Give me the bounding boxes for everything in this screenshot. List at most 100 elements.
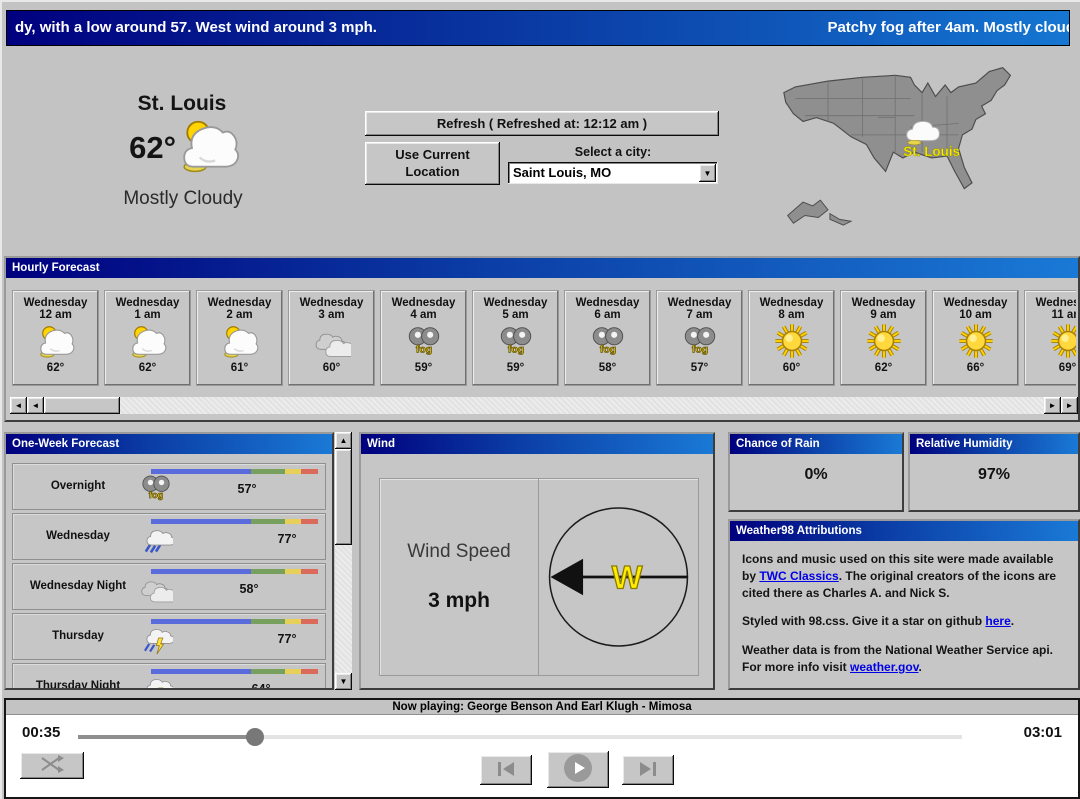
select-city-label: Select a city: xyxy=(508,142,718,162)
previous-track-button[interactable] xyxy=(480,755,532,785)
week-row: Wednesday Night 58° xyxy=(12,563,326,610)
scroll-left-icon[interactable]: ◄ xyxy=(27,397,44,414)
current-city: St. Louis xyxy=(102,92,262,116)
scroll-left-icon[interactable]: ◄ xyxy=(10,397,27,414)
hourly-temp: 60° xyxy=(749,362,834,374)
scroll-down-icon[interactable]: ▼ xyxy=(335,673,352,690)
hourly-temp: 60° xyxy=(289,362,374,374)
wind-speed-value: 3 mph xyxy=(428,589,490,613)
hourly-day: Wednesday xyxy=(933,297,1018,309)
alaska-outline xyxy=(788,200,851,225)
hourly-time: 1 am xyxy=(105,309,190,321)
next-track-button[interactable] xyxy=(622,755,674,785)
hourly-temp: 69° xyxy=(1025,362,1076,374)
week-temp: 58° xyxy=(232,582,266,596)
hourly-card: Wednesday8 am60° xyxy=(748,290,835,386)
one-week-forecast-title: One-Week Forecast xyxy=(6,434,332,454)
week-temp: 64° xyxy=(244,682,278,690)
week-day-label: Wednesday xyxy=(19,514,137,559)
svg-text:fog: fog xyxy=(507,344,523,355)
shuffle-button[interactable] xyxy=(20,752,84,779)
scrollbar-track[interactable] xyxy=(120,397,1044,414)
scrollbar-thumb[interactable] xyxy=(44,397,120,414)
scrollbar-thumb[interactable] xyxy=(335,449,352,545)
seek-thumb[interactable] xyxy=(246,728,264,746)
svg-text:fog: fog xyxy=(599,344,615,355)
attribution-link[interactable]: here xyxy=(985,614,1010,628)
next-track-icon xyxy=(636,759,660,782)
current-temp: 62° xyxy=(104,130,176,166)
hourly-scrollbar[interactable]: ◄ ◄ ► ► xyxy=(10,397,1078,414)
scroll-right-icon[interactable]: ► xyxy=(1061,397,1078,414)
hourly-time: 7 am xyxy=(657,309,742,321)
wind-speed-label: Wind Speed xyxy=(407,541,511,563)
hourly-card: Wednesday9 am62° xyxy=(840,290,927,386)
hourly-card: Wednesday3 am60° xyxy=(288,290,375,386)
attributions-body: Icons and music used on this site were m… xyxy=(730,541,1078,676)
fog-icon: fog xyxy=(657,322,742,362)
hourly-card: Wednesday1 am 62° xyxy=(104,290,191,386)
attributions-title: Weather98 Attributions xyxy=(730,521,1078,541)
play-button[interactable] xyxy=(547,751,609,788)
chance-of-rain-panel: Chance of Rain 0% xyxy=(728,432,904,512)
hourly-temp: 62° xyxy=(13,362,98,374)
wind-direction-label: W xyxy=(612,559,643,595)
hourly-temp: 66° xyxy=(933,362,1018,374)
hourly-card: Wednesday4 amfog59° xyxy=(380,290,467,386)
fog-icon: fog xyxy=(565,322,650,362)
hourly-time: 5 am xyxy=(473,309,558,321)
hourly-card: Wednesday12 am62° xyxy=(12,290,99,386)
temp-range-bar xyxy=(151,619,318,624)
week-row: Overnightfog57° xyxy=(12,463,326,510)
weather-marquee: dy, with a low around 57. West wind arou… xyxy=(6,10,1070,46)
relative-humidity-panel: Relative Humidity 97% xyxy=(908,432,1080,512)
hourly-card: Wednesday7 amfog57° xyxy=(656,290,743,386)
city-dropdown[interactable]: Saint Louis, MO ▼ xyxy=(508,162,718,184)
hourly-day: Wednesday xyxy=(105,297,190,309)
hourly-time: 10 am xyxy=(933,309,1018,321)
usa-map: St. Louis xyxy=(768,60,1080,252)
sunny-icon xyxy=(841,322,926,362)
week-day-label: Overnight xyxy=(19,464,137,509)
week-temp: 57° xyxy=(230,482,264,496)
wind-box: Wind Speed 3 mph W xyxy=(379,478,699,676)
attribution-link[interactable]: weather.gov xyxy=(850,660,918,674)
hourly-temp: 59° xyxy=(473,362,558,374)
chevron-down-icon[interactable]: ▼ xyxy=(699,164,716,182)
hourly-time: 12 am xyxy=(13,309,98,321)
hourly-card: Wednesday5 amfog59° xyxy=(472,290,559,386)
fog-icon: fog xyxy=(381,322,466,362)
hourly-card: Wednesday11 am69° xyxy=(1024,290,1076,386)
previous-track-icon xyxy=(494,759,518,782)
chance-of-rain-title: Chance of Rain xyxy=(730,434,902,454)
scroll-up-icon[interactable]: ▲ xyxy=(335,432,352,449)
usa-outline xyxy=(784,68,1011,189)
relative-humidity-value: 97% xyxy=(910,466,1078,484)
week-scrollbar[interactable]: ▲ ▼ xyxy=(335,432,352,690)
week-day-label: Thursday Night xyxy=(19,664,137,690)
scrollbar-track[interactable] xyxy=(335,545,352,673)
refresh-button[interactable]: Refresh ( Refreshed at: 12:12 am ) xyxy=(365,111,719,136)
scroll-right-icon[interactable]: ► xyxy=(1044,397,1061,414)
city-dropdown-value[interactable]: Saint Louis, MO xyxy=(508,162,718,184)
hourly-time: 6 am xyxy=(565,309,650,321)
seek-slider[interactable] xyxy=(78,728,962,746)
shuffle-icon xyxy=(38,754,66,777)
wind-panel: Wind Wind Speed 3 mph W xyxy=(359,432,715,690)
marquee-text-left: dy, with a low around 57. West wind arou… xyxy=(15,19,377,36)
hourly-temp: 59° xyxy=(381,362,466,374)
cloudy-icon xyxy=(139,571,173,605)
use-current-location-button[interactable]: Use Current Location xyxy=(365,142,500,185)
week-temp: 77° xyxy=(270,632,304,646)
week-day-label: Wednesday Night xyxy=(19,564,137,609)
sunny-icon xyxy=(749,322,834,362)
elapsed-time: 00:35 xyxy=(22,724,60,741)
sunny-icon xyxy=(1025,322,1076,362)
one-week-forecast-panel: One-Week Forecast Overnightfog57°Wednesd… xyxy=(4,432,334,690)
attribution-paragraph: Icons and music used on this site were m… xyxy=(742,551,1066,601)
hourly-day: Wednesday xyxy=(381,297,466,309)
thunderstorm-icon xyxy=(139,621,173,655)
hourly-temp: 62° xyxy=(105,362,190,374)
attribution-link[interactable]: TWC Classics xyxy=(759,569,838,583)
wind-compass-icon: W xyxy=(539,494,698,660)
